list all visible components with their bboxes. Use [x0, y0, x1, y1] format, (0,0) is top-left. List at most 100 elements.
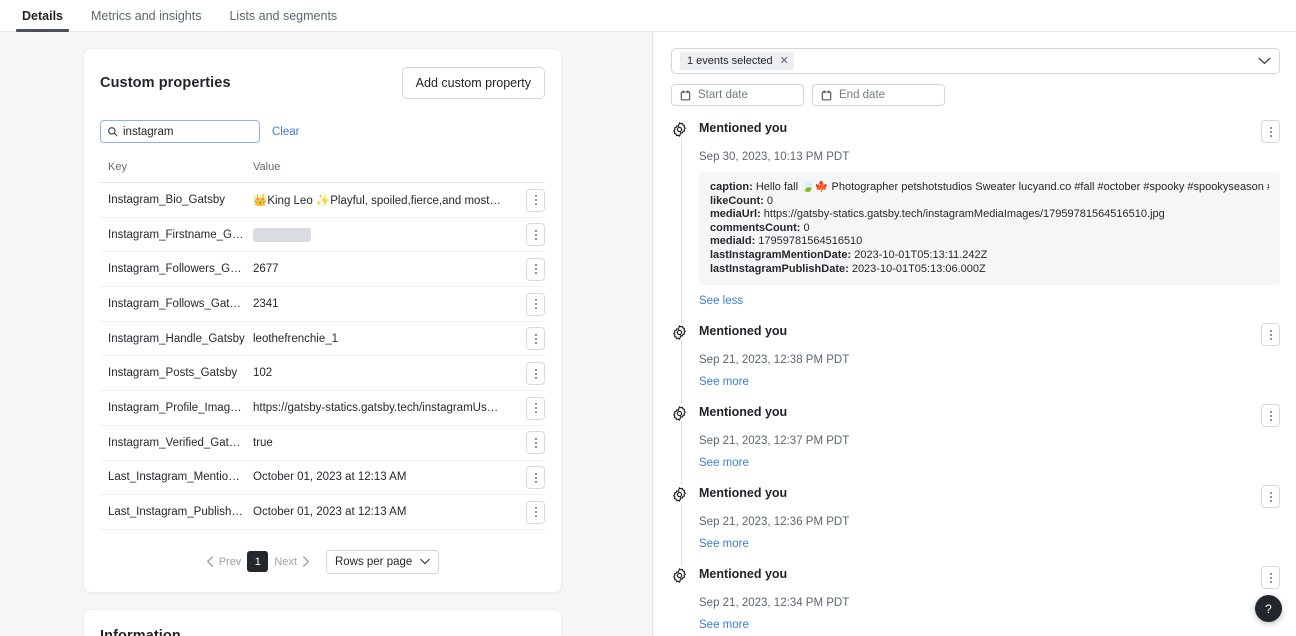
- property-key: Instagram_Verified_Gatsby: [100, 425, 245, 461]
- kebab-menu-icon: [534, 195, 537, 206]
- search-input[interactable]: [123, 125, 253, 138]
- rows-per-page-label: Rows per page: [334, 555, 413, 568]
- kebab-menu-icon: [534, 299, 537, 310]
- event-title: Mentioned you: [699, 324, 788, 339]
- kebab-menu-icon: [534, 333, 537, 344]
- column-header-value: Value: [245, 161, 501, 183]
- event-detail-label: likeCount:: [710, 194, 764, 207]
- tab-details[interactable]: Details: [8, 9, 77, 32]
- event-menu-button[interactable]: [1261, 323, 1280, 347]
- custom-properties-card: Custom properties Add custom property Cl…: [83, 48, 562, 593]
- end-date-field[interactable]: End date: [812, 84, 945, 106]
- row-menu-button[interactable]: [526, 257, 545, 281]
- event-detail-text: 2023-10-01T05:13:11.242Z: [851, 248, 988, 261]
- kebab-menu-icon: [534, 472, 537, 483]
- property-actions-cell: [501, 321, 545, 357]
- property-value: leothefrenchie_1: [245, 321, 501, 357]
- events-timeline: Mentioned you Sep 30, 2023, 10:13 PM PDT c…: [671, 120, 1280, 636]
- close-icon[interactable]: ✕: [780, 55, 789, 67]
- property-value: https://gatsby-statics.gatsby.tech/insta…: [245, 390, 501, 426]
- event-toggle-link[interactable]: See more: [699, 619, 749, 631]
- custom-properties-rows: Instagram_Bio_Gatsby 👑King Leo ✨Playful, …: [100, 182, 545, 530]
- property-actions-cell: [501, 251, 545, 288]
- event-item: Mentioned you Sep 30, 2023, 10:13 PM PDT c…: [671, 120, 1280, 324]
- event-menu-button[interactable]: [1261, 404, 1280, 428]
- kebab-menu-icon: [534, 368, 537, 379]
- page-number-1[interactable]: 1: [247, 551, 269, 573]
- gear-icon: [673, 325, 686, 340]
- event-item: Mentioned you Sep 21, 2023, 12:36 PM PDT S…: [671, 485, 1280, 567]
- next-page-button[interactable]: Next: [274, 556, 310, 568]
- event-title: Mentioned you: [699, 567, 788, 582]
- row-menu-button[interactable]: [526, 188, 545, 212]
- event-item: Mentioned you Sep 21, 2023, 12:37 PM PDT S…: [671, 404, 1280, 486]
- event-header: Mentioned you: [699, 120, 1280, 143]
- event-timestamp: Sep 21, 2023, 12:38 PM PDT: [699, 354, 850, 367]
- property-value: [245, 217, 501, 253]
- chevron-right-icon: [302, 556, 309, 568]
- kebab-menu-icon: [1269, 410, 1272, 421]
- events-panel-inner: 1 events selected ✕ Start date End date …: [653, 32, 1296, 636]
- information-card-title: Information: [100, 627, 181, 636]
- row-menu-button[interactable]: [526, 327, 545, 351]
- event-toggle-link[interactable]: See more: [699, 457, 749, 469]
- property-value: October 01, 2023 at 12:13 AM: [245, 460, 501, 496]
- kebab-menu-icon: [534, 403, 537, 414]
- row-menu-button[interactable]: [526, 362, 545, 386]
- property-actions-cell: [501, 355, 545, 392]
- help-button[interactable]: ?: [1255, 595, 1282, 622]
- end-date-placeholder: End date: [839, 89, 886, 101]
- start-date-field[interactable]: Start date: [671, 84, 804, 106]
- event-toggle-link[interactable]: See less: [699, 295, 743, 307]
- event-detail-text: https://gatsby-statics.gatsby.tech/insta…: [760, 208, 1165, 221]
- prev-page-button[interactable]: Prev: [206, 556, 241, 568]
- row-menu-button[interactable]: [526, 431, 545, 455]
- event-detail-line: likeCount: 0: [710, 195, 1269, 209]
- event-menu-button[interactable]: [1261, 566, 1280, 590]
- gear-icon: [671, 486, 690, 505]
- calendar-icon: [680, 89, 691, 100]
- row-menu-button[interactable]: [526, 223, 545, 247]
- row-menu-button[interactable]: [526, 466, 545, 490]
- custom-properties-header: Custom properties Add custom property: [100, 67, 545, 99]
- tab-metrics-and-insights[interactable]: Metrics and insights: [77, 9, 215, 32]
- column-header-actions: [501, 161, 545, 183]
- property-value: 👑King Leo ✨Playful, spoiled,fierce,and m…: [245, 182, 501, 218]
- page-title: Custom properties: [100, 75, 231, 91]
- search-icon: [107, 126, 118, 137]
- property-actions-cell: [501, 425, 545, 461]
- custom-properties-table: Key Value Instagram_Bio_Gatsby 👑King Leo …: [100, 161, 545, 530]
- events-filter-select[interactable]: 1 events selected ✕: [671, 48, 1280, 74]
- kebab-menu-icon: [1269, 572, 1272, 583]
- chevron-down-icon[interactable]: [1258, 57, 1271, 65]
- add-custom-property-button[interactable]: Add custom property: [401, 67, 545, 99]
- event-toggle-link[interactable]: See more: [699, 538, 749, 550]
- property-actions-cell: [501, 460, 545, 496]
- row-menu-button[interactable]: [526, 500, 545, 524]
- table-row: Instagram_Follows_Gatsby 2341: [100, 286, 545, 322]
- clear-search-link[interactable]: Clear: [272, 126, 299, 138]
- event-header: Mentioned you: [699, 404, 1280, 428]
- property-value: true: [245, 425, 501, 461]
- chevron-left-icon: [206, 556, 213, 568]
- events-panel: 1 events selected ✕ Start date End date …: [653, 32, 1296, 636]
- property-value: 2677: [245, 251, 501, 288]
- event-menu-button[interactable]: [1261, 485, 1280, 509]
- event-item: Mentioned you Sep 21, 2023, 12:34 PM PDT S…: [671, 566, 1280, 636]
- events-selected-chip[interactable]: 1 events selected ✕: [680, 52, 794, 70]
- event-menu-button[interactable]: [1261, 120, 1280, 143]
- property-key: Instagram_Posts_Gatsby: [100, 355, 245, 392]
- row-menu-button[interactable]: [526, 396, 545, 420]
- tab-lists-and-segments[interactable]: Lists and segments: [215, 9, 351, 32]
- event-toggle-link[interactable]: See more: [699, 376, 749, 388]
- rows-per-page-select[interactable]: Rows per page: [325, 549, 440, 574]
- search-field-wrapper[interactable]: [100, 120, 260, 143]
- property-key: Instagram_Followers_Gatsby: [100, 251, 245, 288]
- row-menu-button[interactable]: [526, 292, 545, 316]
- event-timestamp: Sep 21, 2023, 12:36 PM PDT: [699, 516, 850, 529]
- event-detail-line: lastInstagramMentionDate: 2023-10-01T05:…: [710, 249, 1269, 263]
- event-detail-body: caption: Hello fall 🍃🍁 Photographer pets…: [699, 172, 1280, 286]
- table-row: Instagram_Followers_Gatsby 2677: [100, 251, 545, 288]
- table-row: Instagram_Bio_Gatsby 👑King Leo ✨Playful, …: [100, 182, 545, 218]
- event-detail-label: lastInstagramMentionDate:: [710, 248, 852, 261]
